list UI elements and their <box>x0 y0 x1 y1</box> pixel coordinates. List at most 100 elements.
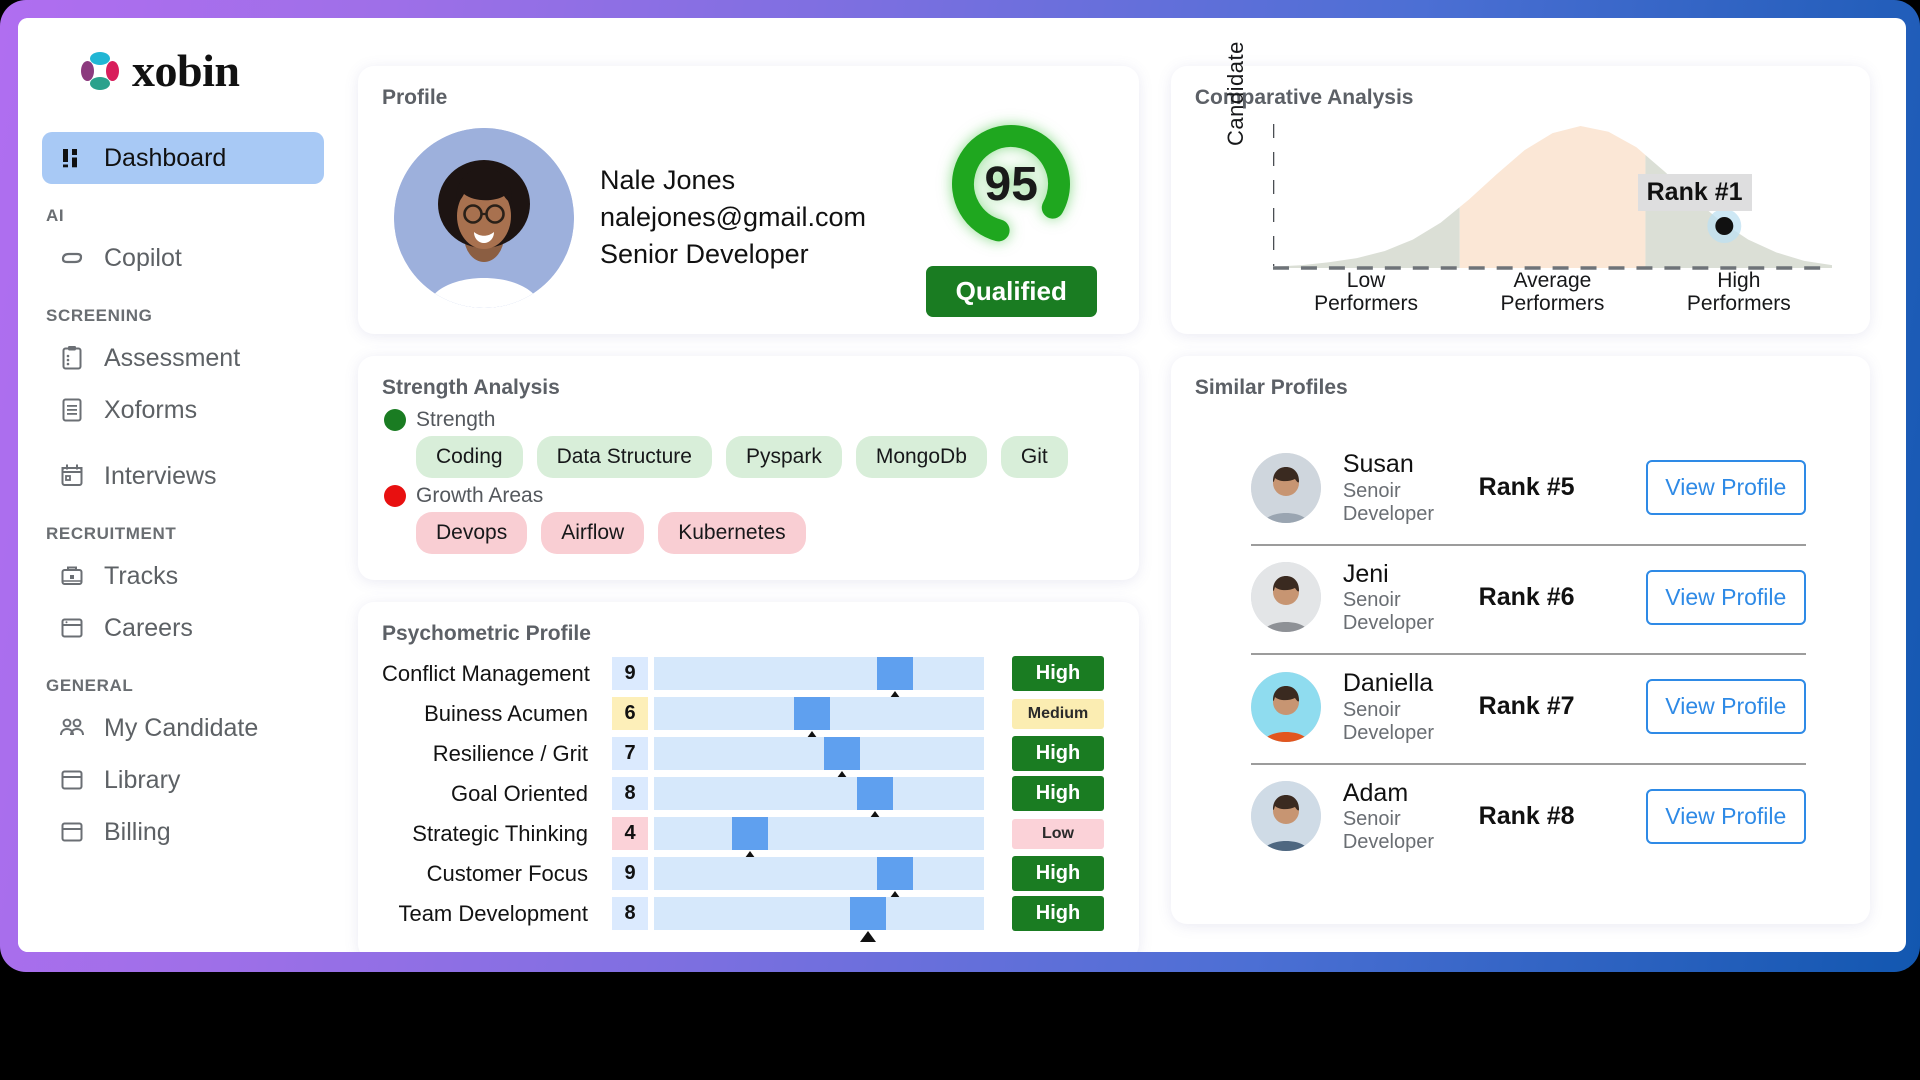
people-icon <box>58 714 86 742</box>
sidebar-section-ai: AI <box>46 206 65 225</box>
psychometric-score: 4 <box>612 817 648 850</box>
brand-name: xobin <box>132 45 240 96</box>
psychometric-track <box>654 657 984 702</box>
sidebar-item-interviews[interactable]: Interviews <box>42 450 324 502</box>
score-ring: 95 <box>945 118 1077 250</box>
billing-icon <box>58 818 86 846</box>
sidebar-item-label: Billing <box>104 817 171 846</box>
growth-chip[interactable]: Devops <box>416 512 528 554</box>
main-content: Profile Nale Jones nalejones@gmail.com S… <box>348 18 1906 952</box>
rank-annotation: Rank #1 <box>1637 174 1752 211</box>
similar-profile-role: Senoir Developer <box>1342 589 1435 634</box>
similar-profile-name: Daniella <box>1342 669 1434 697</box>
strength-chip[interactable]: MongoDb <box>855 436 987 478</box>
similar-profile-info: Susan Senoir Developer <box>1343 450 1479 526</box>
strength-chip[interactable]: Coding <box>416 436 523 478</box>
psychometric-score: 6 <box>612 697 648 730</box>
sidebar-item-label: Assessment <box>104 343 241 372</box>
growth-chip[interactable]: Airflow <box>541 512 645 554</box>
clipboard-icon <box>58 344 86 372</box>
sidebar-item-billing[interactable]: Billing <box>42 806 324 858</box>
sidebar-item-label: Library <box>104 765 181 794</box>
similar-profile-avatar <box>1250 562 1321 633</box>
psychometric-row: Customer Focus 9 High <box>382 854 1115 902</box>
strength-legend: Strength <box>384 408 1115 432</box>
similar-profile-row: Susan Senoir Developer Rank #5 View Profile <box>1250 436 1806 546</box>
view-profile-button[interactable]: View Profile <box>1645 569 1806 625</box>
psychometric-row: Resilience / Grit 7 High <box>382 734 1115 782</box>
sidebar-item-tracks[interactable]: Tracks <box>42 550 324 602</box>
similar-profile-rank: Rank #7 <box>1478 692 1575 721</box>
growth-chip[interactable]: Kubernetes <box>658 512 806 554</box>
sidebar-item-dashboard[interactable]: Dashboard <box>42 132 324 184</box>
strength-chip[interactable]: Git <box>1000 436 1068 478</box>
sidebar-item-xoforms[interactable]: Xoforms <box>42 384 324 436</box>
x-tick-low: Low Performers <box>1314 268 1418 316</box>
psychometric-card-title: Psychometric Profile <box>382 622 591 645</box>
strength-analysis-card: Strength Analysis Strength Coding Data S… <box>358 356 1139 580</box>
psychometric-score: 8 <box>612 897 648 930</box>
candidate-details: Nale Jones nalejones@gmail.com Senior De… <box>600 162 866 272</box>
sidebar-item-copilot[interactable]: Copilot <box>42 232 324 284</box>
x-tick-average: Average Performers <box>1500 268 1605 316</box>
score-block: 95 Qualified <box>925 118 1115 317</box>
profile-card-title: Profile <box>382 86 448 109</box>
x-tick-high: High Performers <box>1686 268 1791 316</box>
psychometric-trait-label: Customer Focus <box>426 860 588 886</box>
psychometric-marker <box>731 817 768 850</box>
psychometric-level-badge: High <box>1012 656 1104 691</box>
x-axis-tick-labels: Low Performers Average Performers High Perf… <box>1273 269 1832 316</box>
growth-legend: Growth Areas <box>384 484 1115 508</box>
psychometric-track <box>654 897 984 942</box>
growth-dot-icon <box>384 485 406 507</box>
view-profile-button[interactable]: View Profile <box>1645 460 1806 516</box>
psychometric-trait-label: Resilience / Grit <box>432 740 588 766</box>
psychometric-row: Conflict Management 9 High <box>382 654 1115 702</box>
view-profile-button[interactable]: View Profile <box>1645 788 1806 844</box>
brand-logo[interactable]: xobin <box>42 48 324 94</box>
sidebar-item-label: Interviews <box>104 461 217 490</box>
psychometric-caret-icon <box>860 931 877 942</box>
sidebar-item-my-candidate[interactable]: My Candidate <box>42 702 324 754</box>
strength-chip[interactable]: Data Structure <box>536 436 712 478</box>
similar-profile-name: Jeni <box>1342 559 1389 588</box>
profile-card: Profile Nale Jones nalejones@gmail.com S… <box>358 66 1139 334</box>
sidebar: xobin Dashboard AI Copilot SCREENING Ass… <box>18 18 348 952</box>
comparative-analysis-card: Comparative Analysis Candidate Rank #1 L… <box>1170 41 1870 334</box>
psychometric-track <box>654 777 984 822</box>
psychometric-row: Goal Oriented 8 High <box>382 774 1115 822</box>
psychometric-score: 8 <box>612 777 648 810</box>
app-window-frame: xobin Dashboard AI Copilot SCREENING Ass… <box>0 0 1920 972</box>
similar-profile-row: Jeni Senoir Developer Rank #6 View Profile <box>1250 546 1806 655</box>
dashboard-icon <box>58 144 86 172</box>
psychometric-score: 9 <box>612 857 648 890</box>
psychometric-row: Buiness Acumen 6 Medium <box>382 694 1115 742</box>
sidebar-item-assessment[interactable]: Assessment <box>42 332 324 384</box>
psychometric-track <box>654 737 984 782</box>
calendar-icon <box>58 462 86 490</box>
score-value: 95 <box>984 157 1038 211</box>
psychometric-marker <box>857 777 894 810</box>
similar-profile-info: Jeni Senoir Developer <box>1343 560 1479 636</box>
psychometric-row-list: Conflict Management 9 High Buiness Acumen 6 M… <box>382 654 1115 942</box>
similar-profile-avatar <box>1250 781 1321 852</box>
strength-card-title: Strength Analysis <box>382 376 560 399</box>
psychometric-score: 9 <box>612 657 648 690</box>
psychometric-marker <box>794 697 831 730</box>
similar-profile-info: Adam Senoir Developer <box>1343 779 1479 855</box>
strength-chip[interactable]: Pyspark <box>725 436 842 478</box>
psychometric-marker <box>850 897 887 930</box>
psychometric-level-badge: High <box>1012 896 1104 931</box>
psychometric-track <box>654 817 984 862</box>
view-profile-button[interactable]: View Profile <box>1645 679 1806 735</box>
briefcase-icon <box>58 562 86 590</box>
status-badge: Qualified <box>925 266 1097 317</box>
psychometric-row: Team Development 8 High <box>382 894 1115 942</box>
bell-curve-chart: Candidate Rank #1 Low Performers Average… <box>1195 41 1846 315</box>
similar-profile-avatar <box>1250 671 1321 742</box>
sidebar-item-library[interactable]: Library <box>42 754 324 806</box>
psychometric-marker <box>876 857 913 890</box>
sidebar-item-careers[interactable]: Careers <box>42 602 324 654</box>
sidebar-section-screening: SCREENING <box>46 306 153 325</box>
psychometric-level-badge: High <box>1012 856 1104 891</box>
